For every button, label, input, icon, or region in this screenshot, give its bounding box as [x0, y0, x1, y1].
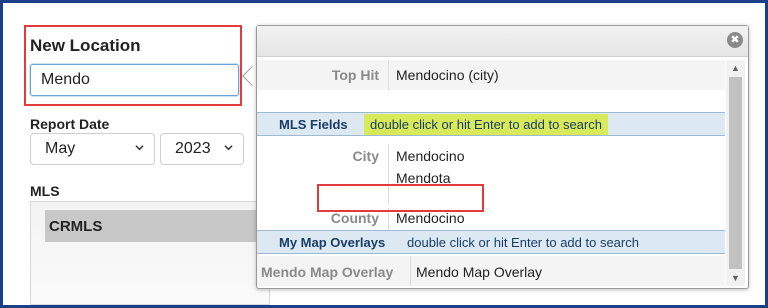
- map-overlay-label: Mendo Map Overlay: [261, 264, 394, 280]
- popup-scrollbar[interactable]: ▲ ▼: [726, 60, 745, 286]
- map-overlays-title: My Map Overlays: [279, 235, 386, 250]
- close-icon[interactable]: ✖: [727, 32, 743, 48]
- mls-item-crmls[interactable]: CRMLS: [45, 210, 271, 242]
- report-year-select[interactable]: 2023: [160, 133, 244, 165]
- report-month-select[interactable]: May: [30, 133, 155, 165]
- scroll-up-icon[interactable]: ▲: [726, 60, 745, 76]
- city-label: City: [352, 148, 379, 164]
- report-month-value: May: [45, 140, 76, 157]
- scroll-thumb[interactable]: [729, 77, 742, 269]
- chevron-down-icon: [224, 145, 233, 151]
- divider: [410, 256, 411, 286]
- report-year-value: 2023: [175, 140, 211, 157]
- report-date-label: Report Date: [30, 116, 110, 132]
- top-hit-row[interactable]: Top Hit Mendocino (city): [257, 60, 725, 90]
- mls-fields-section-header: MLS Fields double click or hit Enter to …: [257, 112, 725, 136]
- chevron-down-icon: [135, 145, 144, 151]
- popup-header: ✖: [257, 26, 748, 57]
- popup-results: Top Hit Mendocino (city) MLS Fields doub…: [257, 60, 725, 286]
- app-frame: New Location Report Date May 2023 MLS CR…: [0, 0, 768, 308]
- top-hit-label: Top Hit: [331, 67, 379, 83]
- top-hit-value: Mendocino (city): [396, 67, 499, 83]
- county-highlight: [317, 184, 484, 212]
- mls-fields-title: MLS Fields: [279, 117, 348, 132]
- scroll-down-icon[interactable]: ▼: [726, 270, 745, 286]
- new-location-title: New Location: [30, 36, 141, 55]
- mls-label: MLS: [30, 183, 60, 199]
- map-overlay-row[interactable]: Mendo Map Overlay Mendo Map Overlay: [257, 256, 725, 286]
- map-overlay-value: Mendo Map Overlay: [416, 264, 543, 280]
- county-option-mendocino[interactable]: Mendocino: [396, 210, 465, 226]
- mls-list: CRMLS: [30, 201, 271, 305]
- divider: [388, 60, 389, 90]
- autocomplete-popup: ✖ Top Hit Mendocino (city) MLS Fields do…: [256, 25, 749, 289]
- county-label: County: [330, 210, 379, 226]
- mls-fields-hint: double click or hit Enter to add to sear…: [364, 114, 608, 135]
- map-overlays-section-header: My Map Overlays double click or hit Ente…: [257, 230, 725, 254]
- location-search-input[interactable]: [30, 64, 239, 96]
- map-overlays-hint: double click or hit Enter to add to sear…: [407, 235, 639, 250]
- city-option-mendocino[interactable]: Mendocino: [396, 148, 465, 164]
